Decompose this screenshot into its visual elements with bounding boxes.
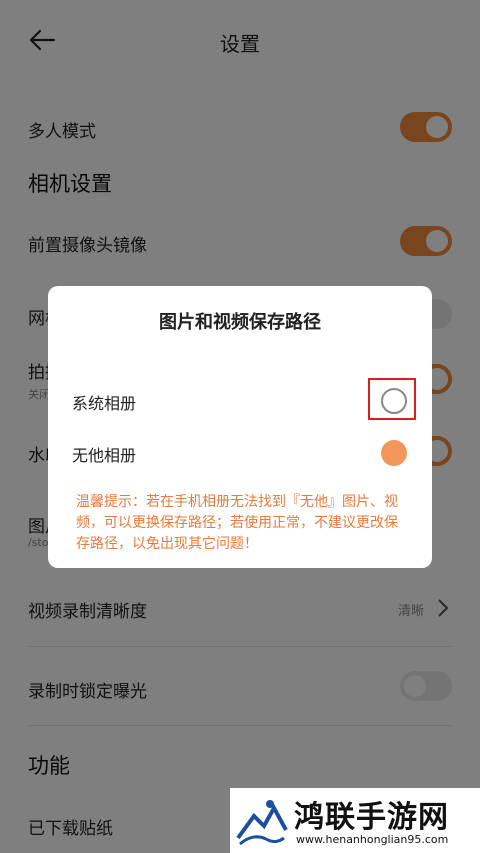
option-wuta-album[interactable]: 无他相册 <box>48 430 432 476</box>
watermark-url: www.henanhonglian95.com <box>296 833 449 846</box>
site-watermark: 鸿联手游网 www.henanhonglian95.com <box>230 788 480 853</box>
option-label: 系统相册 <box>72 394 137 413</box>
radio-selected[interactable] <box>381 440 407 466</box>
highlight-box <box>368 378 416 420</box>
option-label: 无他相册 <box>72 446 137 465</box>
watermark-logo-icon <box>234 794 288 848</box>
dialog-title: 图片和视频保存路径 <box>159 312 321 333</box>
save-path-dialog: 图片和视频保存路径 系统相册 无他相册 温馨提示：若在手机相册无法找到『无他』图… <box>48 286 432 568</box>
dialog-hint: 温馨提示：若在手机相册无法找到『无他』图片、视频，可以更换保存路径；若使用正常，… <box>76 494 398 552</box>
watermark-name: 鸿联手游网 <box>294 800 449 835</box>
